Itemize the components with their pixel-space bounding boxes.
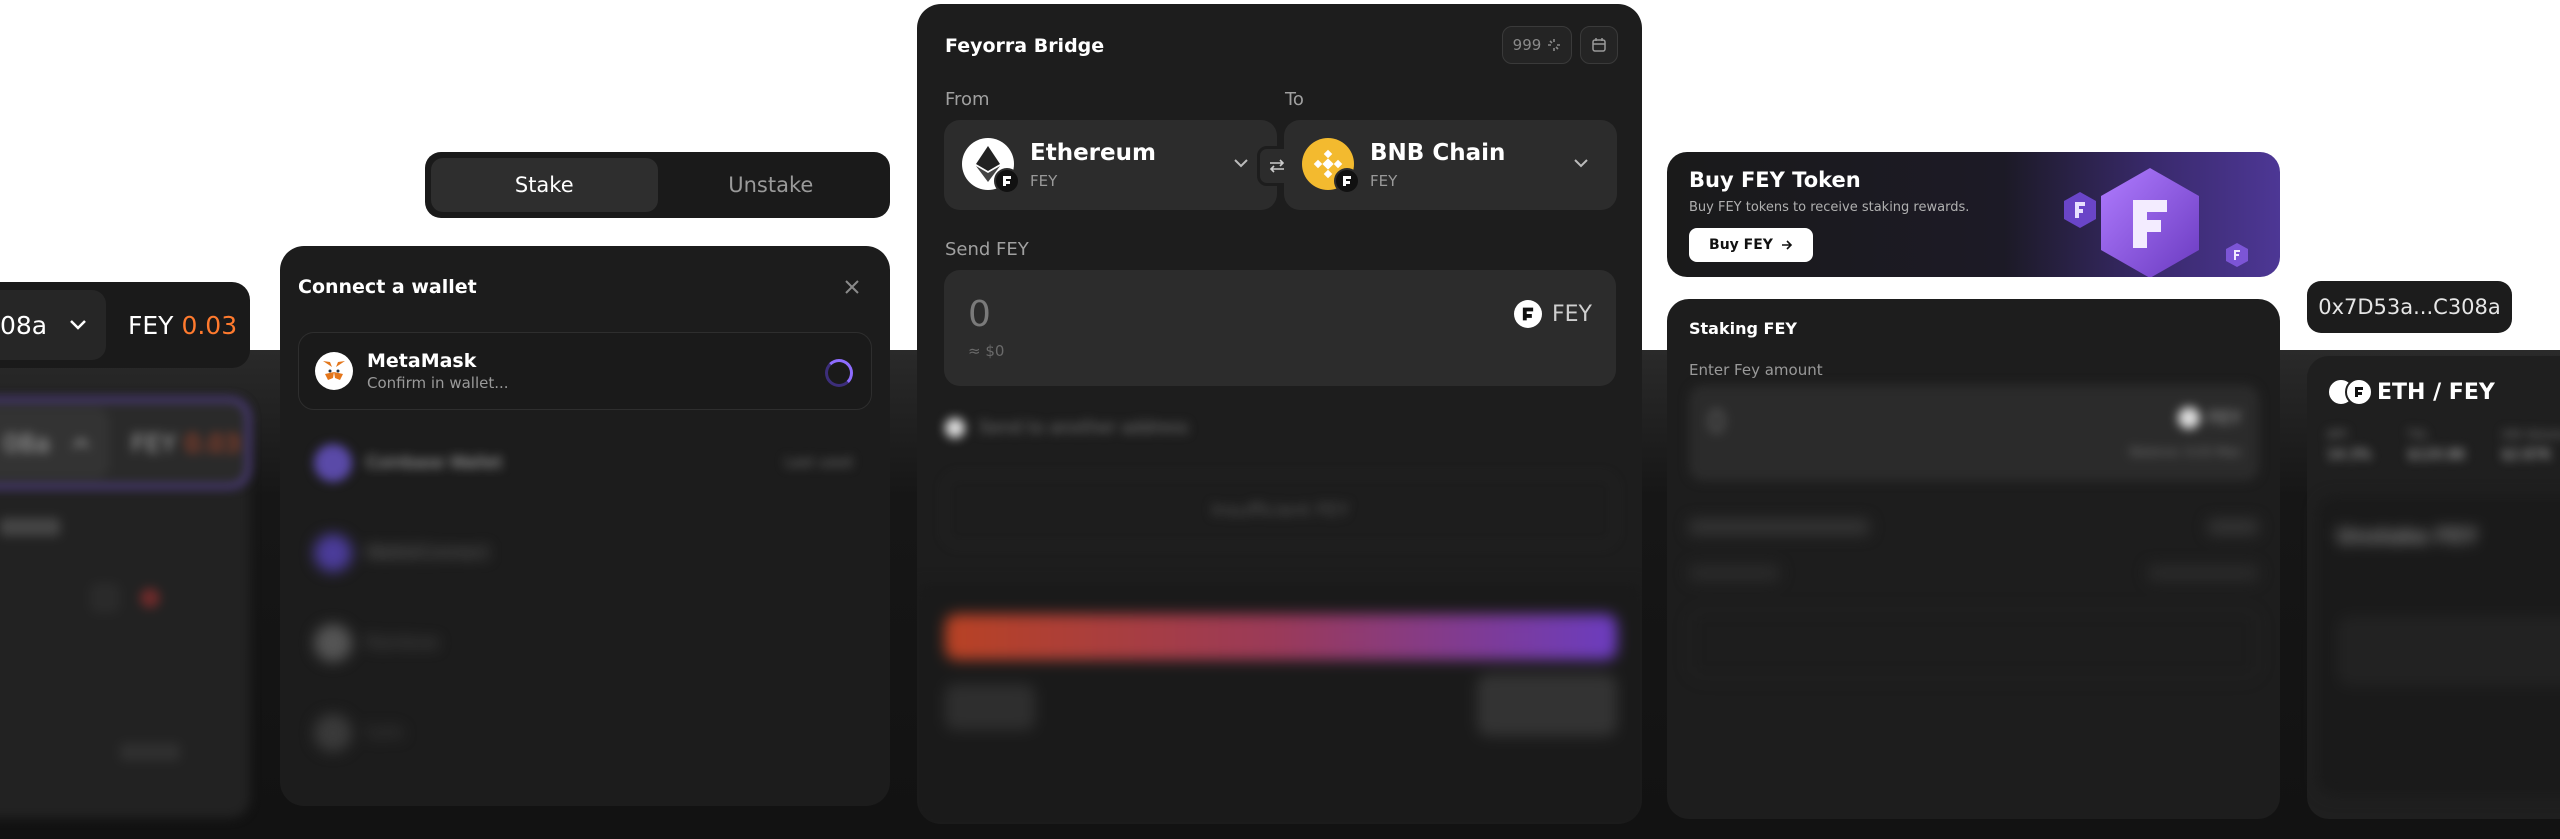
bridge-title: Feyorra Bridge [945,35,1105,57]
walletconnect-icon [314,534,352,572]
submit-button[interactable]: Insufficient FEY [944,474,1616,546]
fey-gem-tiny-icon [2226,243,2248,267]
wallet-name: MetaMask [367,350,477,372]
left-address-text: 08a [0,310,48,340]
left-wallet-dropdown-open[interactable]: 08a FEY 0.03 [0,398,250,488]
fey-gem-small-icon [2064,192,2096,228]
wallet-address-pill[interactable]: 0x7D53a...C308a [2307,281,2512,333]
calendar-icon[interactable] [1580,26,1618,64]
bridge-card: Feyorra Bridge 999 From To Ethereum FEY … [917,4,1642,824]
counter-chip[interactable]: 999 [1502,26,1572,64]
to-chain-token: FEY [1370,172,1398,190]
from-label: From [945,89,990,110]
staking-details-section [1667,499,2280,819]
tab-unstake[interactable]: Unstake [658,158,885,212]
staking-title: Staking FEY [1689,319,1797,338]
rainbow-icon [314,624,352,662]
fey-gem-large-icon [2101,168,2199,277]
left-wallet-chip[interactable]: 08a FEY 0.03 [0,282,250,368]
left-token-balance: FEY 0.03 [128,310,238,340]
stake-balance: Balance: 0.03 Max [2129,445,2241,459]
bridge-history-section [917,584,1642,824]
safe-icon [314,714,352,752]
chevron-down-icon [1573,152,1589,173]
wallet-option-safe[interactable]: Safe [298,694,872,772]
send-amount-field[interactable]: 0 ≈ $0 FEY [944,270,1616,386]
banner-subtitle: Buy FEY tokens to receive staking reward… [1689,200,1970,215]
staking-input-label: Enter Fey amount [1689,361,1823,379]
wallet-option-metamask[interactable]: MetaMask Confirm in wallet... [298,332,872,410]
stake-toggle[interactable]: Stake Unstake [425,152,890,218]
chevron-down-icon [70,320,87,330]
fey-token-icon [2345,378,2373,406]
send-amount-input[interactable]: 0 [968,294,991,335]
to-label: To [1285,89,1304,110]
pool-stats: APY 14.3% TVL $120.8K 24h Volume $2.87K [2327,428,2560,463]
fey-badge-icon [994,168,1020,194]
to-chain-name: BNB Chain [1370,140,1506,166]
wallet-option-coinbase[interactable]: Coinbase Wallet Last used [298,424,872,502]
left-address-select[interactable]: 08a [0,290,106,360]
stake-token: FEY [2178,407,2241,429]
to-chain-select[interactable]: BNB Chain FEY [1284,120,1617,210]
radio-icon [945,418,965,438]
from-chain-token: FEY [1030,172,1058,190]
buy-fey-banner: Buy FEY Token Buy FEY tokens to receive … [1667,152,2280,277]
banner-title: Buy FEY Token [1689,168,1861,192]
stake-amount-input[interactable]: 0 [1707,405,1726,440]
staking-card: Staking FEY Enter Fey amount 0 FEY Balan… [1667,299,2280,819]
connect-wallet-modal: Connect a wallet MetaMask Confirm in wal… [280,246,890,806]
tab-stake[interactable]: Stake [431,158,658,212]
pool-stat-volume: 24h Volume $2.87K [2501,428,2560,463]
modal-title: Connect a wallet [298,276,477,298]
from-chain-select[interactable]: Ethereum FEY [944,120,1277,210]
send-label: Send FEY [945,239,1029,260]
pool-stat-tvl: TVL $120.8K [2407,428,2466,463]
loading-spinner-icon [825,359,853,387]
wallet-status: Confirm in wallet... [367,374,509,392]
loader-icon [1548,39,1561,51]
send-usd-value: ≈ $0 [968,342,1005,360]
pool-stat-apy: APY 14.3% [2327,428,2372,463]
send-to-other-toggle[interactable]: Send to another address [945,418,1188,438]
close-icon[interactable] [844,276,860,301]
chevron-down-icon [1233,152,1249,173]
chevron-up-icon [73,438,90,448]
metamask-icon [315,352,353,390]
unstake-section: Unstake FEY [2317,496,2560,796]
arrow-right-icon [1781,240,1793,250]
left-panel-address: 08a [3,428,51,458]
fey-token-icon [1514,300,1542,328]
fey-token-icon [2178,407,2201,429]
buy-fey-button[interactable]: Buy FEY [1689,228,1813,262]
coinbase-icon [314,444,352,482]
pool-title: ETH / FEY [2377,380,2495,405]
from-chain-name: Ethereum [1030,140,1156,166]
stake-amount-field[interactable]: 0 FEY Balance: 0.03 Max [1689,385,2259,481]
pair-icons [2327,378,2373,406]
pool-card: ETH / FEY APY 14.3% TVL $120.8K 24h Volu… [2307,356,2560,819]
send-token: FEY [1514,300,1592,328]
wallet-option-rainbow[interactable]: Rainbow [298,604,872,682]
wallet-option-walletconnect[interactable]: WalletConnect [298,514,872,592]
fey-badge-icon [1334,168,1360,194]
